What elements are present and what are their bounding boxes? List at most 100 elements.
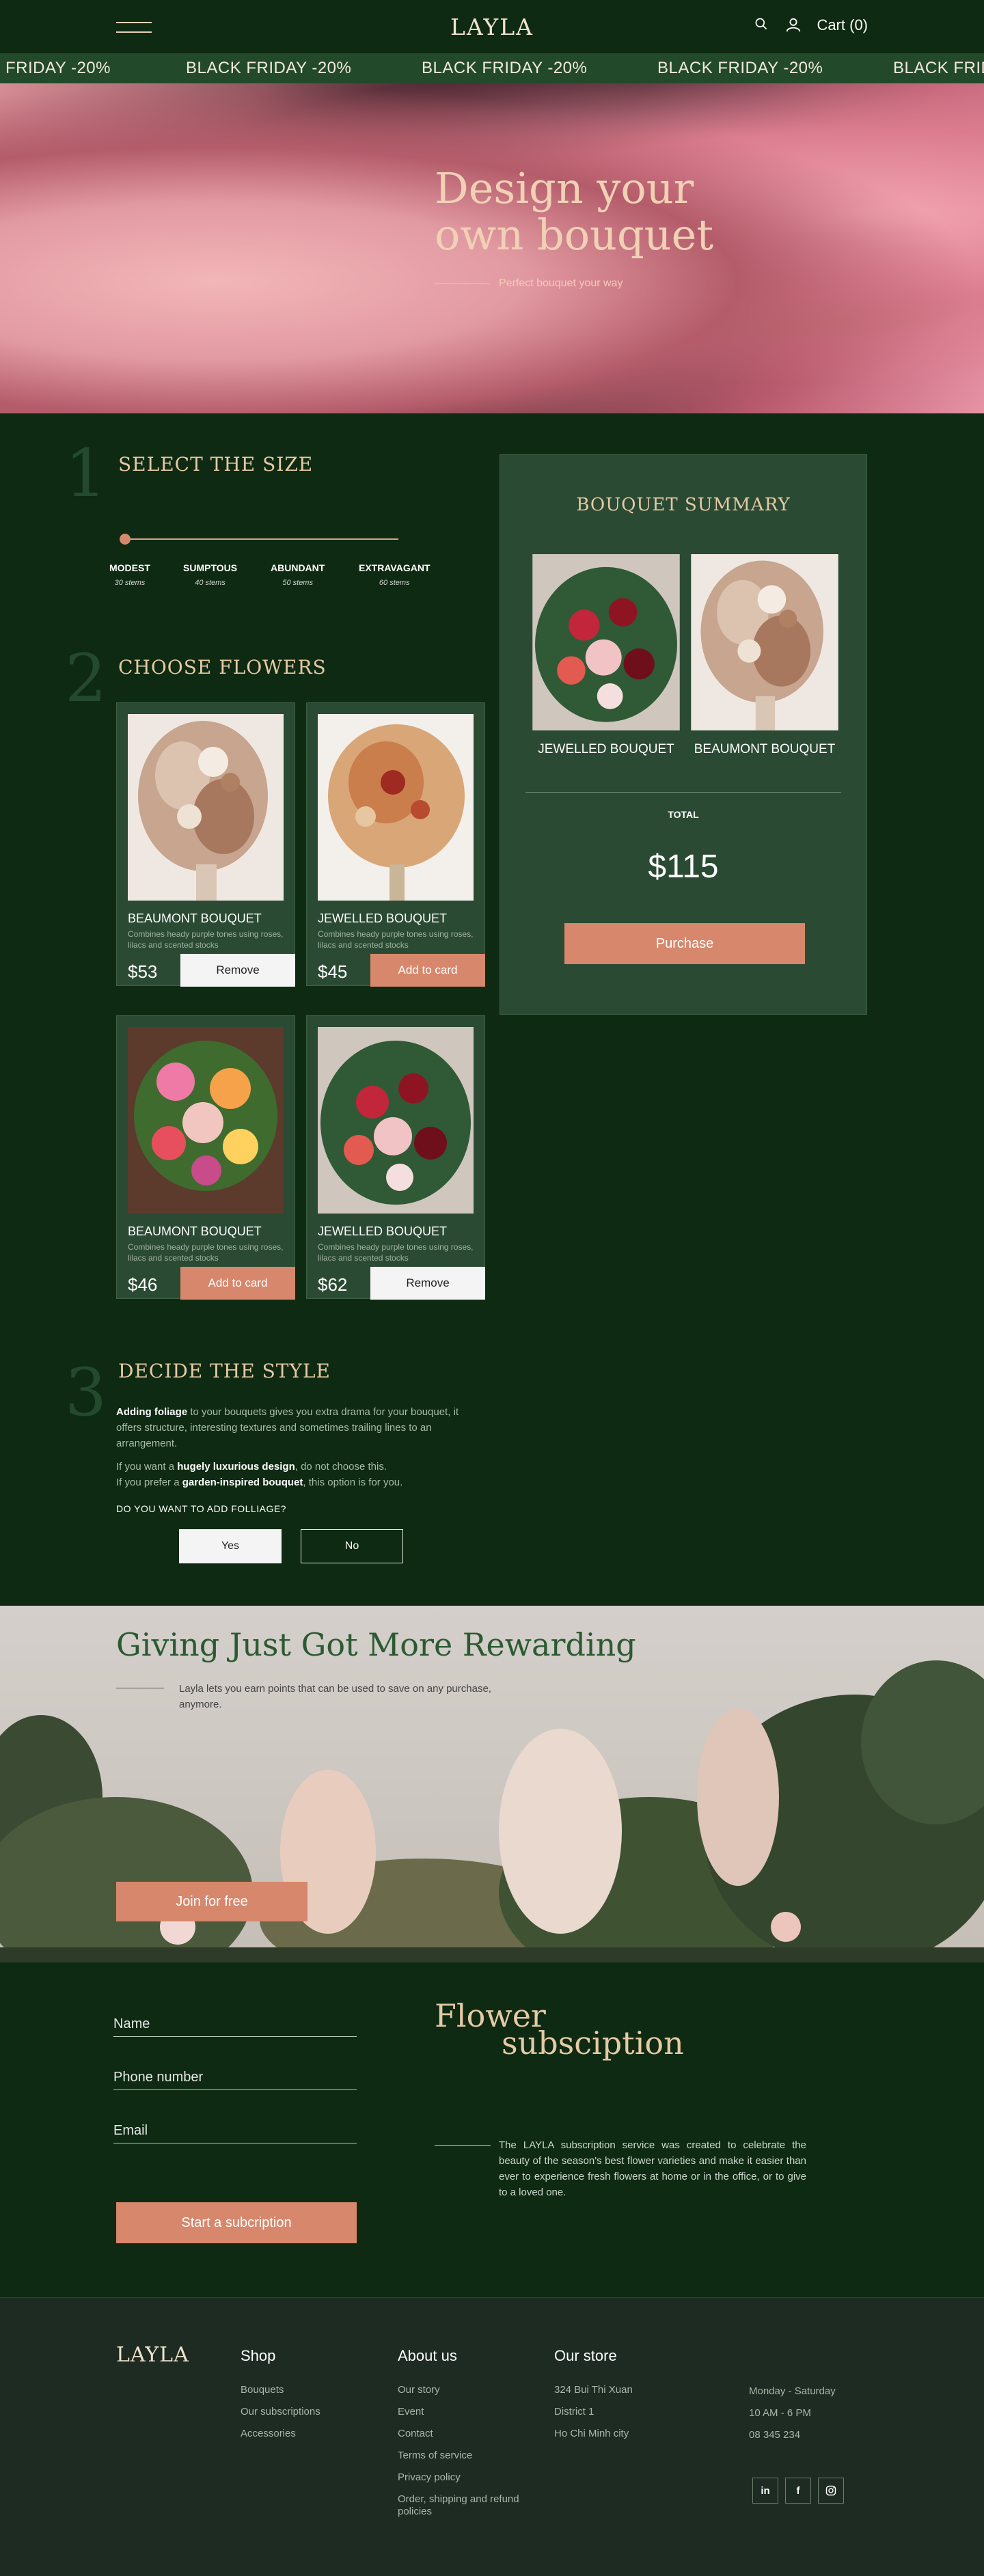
text: If you want a <box>116 1461 178 1472</box>
purchase-button[interactable]: Purchase <box>564 923 805 964</box>
divider <box>525 792 841 793</box>
size-slider-handle[interactable] <box>120 534 131 545</box>
size-stems: 40 stems <box>195 579 226 587</box>
summary-image <box>532 554 680 730</box>
header-actions: Cart (0) <box>754 16 868 34</box>
footer-logo[interactable]: LAYLA <box>116 2343 189 2367</box>
store-address: Ho Chi Minh city <box>554 2428 629 2439</box>
summary-item-label: BEAUMONT BOUQUET <box>694 742 836 756</box>
text: , do not choose this. <box>295 1461 387 1472</box>
facebook-icon[interactable]: f <box>785 2478 811 2504</box>
footer-link-terms[interactable]: Terms of service <box>398 2450 521 2462</box>
size-option-abundant[interactable]: ABUNDANT 50 stems <box>271 562 325 587</box>
flower-card[interactable]: JEWELLED BOUQUET Combines heady purple t… <box>306 1015 485 1300</box>
step-number: 1 <box>65 435 107 512</box>
size-name: MODEST <box>109 562 150 573</box>
card-description: Combines heady purple tones using roses,… <box>318 929 474 950</box>
rewards-banner: Giving Just Got More Rewarding Layla let… <box>0 1606 984 1962</box>
text: If you prefer a <box>116 1477 182 1488</box>
footer-heading: Shop <box>241 2347 276 2364</box>
footer-link-event[interactable]: Event <box>398 2406 521 2418</box>
step-number: 2 <box>65 640 107 717</box>
total-label: TOTAL <box>668 809 699 820</box>
foliage-question: DO YOU WANT TO ADD FOLLIAGE? <box>116 1503 286 1514</box>
summary-image <box>691 554 838 730</box>
site-header: LAYLA Cart (0) <box>0 0 984 53</box>
marquee-item: BLACK FRIDAY -20% <box>186 59 352 77</box>
cart-link[interactable]: Cart (0) <box>817 16 868 34</box>
footer-link-accessories[interactable]: Accessories <box>241 2428 320 2440</box>
size-stems: 60 stems <box>379 579 410 587</box>
card-price: $53 <box>128 961 158 982</box>
add-to-card-button[interactable]: Add to card <box>370 954 485 987</box>
marquee-item: BLACK FRIDAY -20% <box>422 59 588 77</box>
card-price: $45 <box>318 961 348 982</box>
footer-link-contact[interactable]: Contact <box>398 2428 521 2440</box>
style-paragraph: Adding foliage to your bouquets gives yo… <box>116 1404 485 1451</box>
footer-link-subscriptions[interactable]: Our subscriptions <box>241 2406 320 2418</box>
size-stems: 50 stems <box>282 579 313 587</box>
card-price: $46 <box>128 1274 158 1295</box>
size-slider-track[interactable] <box>125 538 398 540</box>
footer-link-our-story[interactable]: Our story <box>398 2384 521 2396</box>
no-button[interactable]: No <box>301 1529 403 1563</box>
step-title: SELECT THE SIZE <box>118 453 314 476</box>
size-name: EXTRAVAGANT <box>359 562 430 573</box>
store-address: 324 Bui Thi Xuan <box>554 2384 633 2396</box>
subscription-title: Flower subsciption <box>435 2000 684 2059</box>
join-button[interactable]: Join for free <box>116 1882 308 1921</box>
subscription-text: The LAYLA subscription service was creat… <box>499 2139 806 2198</box>
card-title: BEAUMONT BOUQUET <box>128 912 262 925</box>
user-icon[interactable] <box>785 16 803 34</box>
yes-button[interactable]: Yes <box>179 1529 282 1563</box>
card-title: JEWELLED BOUQUET <box>318 912 448 925</box>
flower-card[interactable]: JEWELLED BOUQUET Combines heady purple t… <box>306 702 485 987</box>
bouquet-image <box>318 714 474 901</box>
footer-heading: Our store <box>554 2347 617 2364</box>
size-name: ABUNDANT <box>271 562 325 573</box>
search-icon[interactable] <box>754 16 771 34</box>
card-title: BEAUMONT BOUQUET <box>128 1224 262 1238</box>
store-address: District 1 <box>554 2406 594 2417</box>
size-option-sumptous[interactable]: SUMPTOUS 40 stems <box>183 562 237 587</box>
hero-banner: Design your own bouquet Perfect bouquet … <box>0 83 984 413</box>
step-number: 3 <box>65 1354 107 1431</box>
card-description: Combines heady purple tones using roses,… <box>318 1242 474 1263</box>
store-hours: 10 AM - 6 PM <box>749 2407 811 2419</box>
size-name: SUMPTOUS <box>183 562 238 573</box>
emphasis: Adding foliage <box>116 1406 188 1418</box>
store-phone: 08 345 234 <box>749 2429 801 2441</box>
emphasis: garden-inspired bouquet <box>182 1477 303 1488</box>
marquee-item: BLACK FRID <box>893 59 984 77</box>
footer-about: About us Our story Event Contact Terms o… <box>398 2347 521 2527</box>
phone-field[interactable] <box>113 2070 357 2090</box>
footer-link-privacy[interactable]: Privacy policy <box>398 2471 521 2484</box>
add-to-card-button[interactable]: Add to card <box>180 1267 295 1300</box>
footer-store: Our store 324 Bui Thi Xuan District 1 Ho… <box>554 2347 633 2450</box>
instagram-icon[interactable] <box>818 2478 844 2504</box>
hero-subtitle: Perfect bouquet your way <box>435 277 623 290</box>
divider <box>435 2145 491 2146</box>
size-option-modest[interactable]: MODEST 30 stems <box>109 562 150 587</box>
rewards-title: Giving Just Got More Rewarding <box>116 1626 636 1663</box>
name-field[interactable] <box>113 2016 357 2037</box>
card-title: JEWELLED BOUQUET <box>318 1224 448 1238</box>
linkedin-icon[interactable]: in <box>752 2478 778 2504</box>
emphasis: hugely luxurious design <box>177 1461 295 1472</box>
remove-button[interactable]: Remove <box>180 954 295 987</box>
style-paragraph: If you want a hugely luxurious design, d… <box>116 1459 485 1490</box>
size-option-extravagant[interactable]: EXTRAVAGANT 60 stems <box>359 562 430 587</box>
flower-card[interactable]: BEAUMONT BOUQUET Combines heady purple t… <box>116 702 295 987</box>
text: , this option is for you. <box>303 1477 403 1488</box>
bouquet-image <box>128 714 284 901</box>
bouquet-image <box>128 1027 284 1214</box>
footer-link-shipping[interactable]: Order, shipping and refund policies <box>398 2493 521 2518</box>
total-price: $115 <box>648 849 719 885</box>
flower-card[interactable]: BEAUMONT BOUQUET Combines heady purple t… <box>116 1015 295 1300</box>
start-subscription-button[interactable]: Start a subcription <box>116 2202 357 2243</box>
footer-link-bouquets[interactable]: Bouquets <box>241 2384 320 2396</box>
hero-title: Design your own bouquet <box>435 163 714 260</box>
remove-button[interactable]: Remove <box>370 1267 485 1300</box>
card-price: $62 <box>318 1274 348 1295</box>
email-field[interactable] <box>113 2123 357 2143</box>
